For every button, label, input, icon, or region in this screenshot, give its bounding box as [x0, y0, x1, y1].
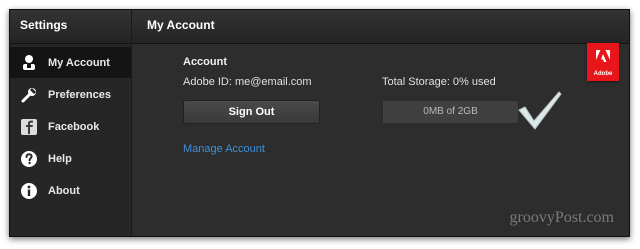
sidebar-item-help[interactable]: Help — [10, 143, 131, 174]
facebook-icon — [20, 118, 38, 136]
sidebar-item-label: Help — [48, 152, 72, 165]
sidebar-item-about[interactable]: About — [10, 175, 131, 206]
sidebar-title: Settings — [10, 10, 131, 44]
manage-account-link[interactable]: Manage Account — [183, 143, 265, 155]
main-panel: My Account Adobe Account Adobe ID: me@em… — [132, 10, 629, 236]
sidebar-nav: My Account Preferences Facebook Help Abo… — [10, 47, 131, 206]
sidebar-item-label: Facebook — [48, 120, 100, 133]
storage-progress-bar: 0MB of 2GB — [382, 100, 519, 124]
sidebar: Settings My Account Preferences Facebook… — [10, 10, 132, 236]
wrench-icon — [20, 86, 38, 104]
adobe-a-icon — [596, 50, 610, 62]
sidebar-item-label: About — [48, 184, 80, 197]
help-icon — [20, 150, 38, 168]
checkmark-icon — [518, 91, 562, 130]
sidebar-item-preferences[interactable]: Preferences — [10, 79, 131, 110]
sidebar-item-facebook[interactable]: Facebook — [10, 111, 131, 142]
sidebar-item-my-account[interactable]: My Account — [10, 47, 131, 78]
adobe-id-text: Adobe ID: me@email.com — [183, 76, 312, 88]
total-storage-text: Total Storage: 0% used — [382, 76, 496, 88]
watermark: groovyPost.com — [509, 209, 614, 226]
user-icon — [20, 54, 38, 72]
adobe-logo-text: Adobe — [593, 71, 613, 77]
sidebar-item-label: My Account — [48, 56, 110, 69]
section-title: Account — [183, 56, 227, 68]
info-icon — [20, 182, 38, 200]
settings-window: Settings My Account Preferences Facebook… — [9, 9, 630, 237]
storage-progress-text: 0MB of 2GB — [423, 106, 478, 117]
adobe-logo: Adobe — [587, 43, 619, 81]
sidebar-item-label: Preferences — [48, 88, 111, 101]
sign-out-button[interactable]: Sign Out — [183, 100, 320, 124]
page-title: My Account — [132, 10, 629, 44]
